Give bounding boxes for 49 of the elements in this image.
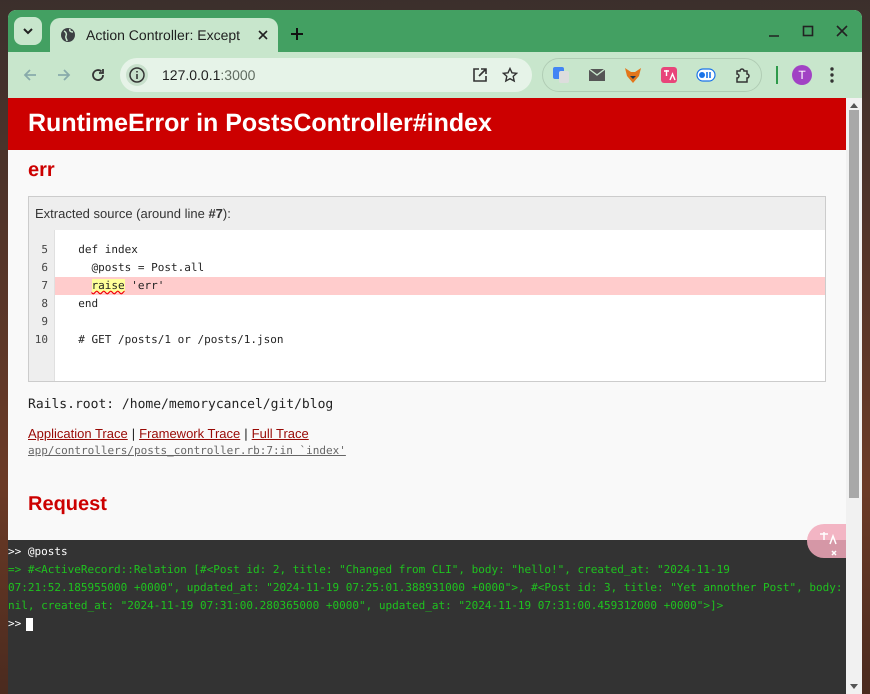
source-caption: Extracted source (around line #7): <box>34 205 232 223</box>
code-line: end <box>77 296 100 312</box>
new-tab-icon[interactable] <box>290 27 304 41</box>
section-heading: Request <box>28 492 108 517</box>
error-title: RuntimeError in PostsController#index <box>8 98 846 150</box>
console-command-text: >> @posts <box>8 544 69 560</box>
reload-icon[interactable] <box>90 67 106 83</box>
menu-icon[interactable] <box>830 67 834 83</box>
trace-link[interactable]: Application Trace <box>28 426 128 441</box>
open-external-icon[interactable] <box>472 67 488 83</box>
trace-link[interactable]: Framework Trace <box>139 426 240 441</box>
scroll-down-icon[interactable] <box>850 684 858 690</box>
console-output-text: => #<ActiveRecord::Relation [#<Post id: 2, title: "Changed from CLI", body: "hello!", created_at: "2024-11-19 07:21:52.185955000 +0000", updated_at: "2024-11-19 07:25:01.388931000 +0000">, #<Post id: 3, title: "Yet annother Post", body: nil, created_at: "2024-11-19 07:31:00.280365000 +0000", updated_at: "2024-11-19 07:31:00.459312000 +0000">]> <box>8 562 844 614</box>
trace-line-link[interactable]: app/controllers/posts_controller.rb:7:in `index' <box>28 444 346 457</box>
code-line: def index <box>77 242 139 258</box>
line-number: 6 <box>40 260 49 276</box>
globe-icon <box>60 27 76 43</box>
fox-icon[interactable] <box>624 66 642 84</box>
maximize-icon[interactable] <box>802 25 814 37</box>
close-icon[interactable] <box>258 30 268 40</box>
console-prompt: >> <box>8 616 22 632</box>
line-number: 10 <box>34 332 49 348</box>
tab-search-button[interactable] <box>14 17 42 45</box>
code-line: @posts = Post.all <box>90 260 206 276</box>
tab-title: Action Controller: Except <box>86 27 242 43</box>
error-message: err <box>28 158 56 183</box>
toggle-icon[interactable] <box>696 68 716 82</box>
browser-tab[interactable]: Action Controller: Except <box>50 18 278 52</box>
line-number: 5 <box>40 242 49 258</box>
close-icon[interactable] <box>836 25 848 37</box>
address-bar[interactable]: 127.0.0.1:3000 <box>120 58 532 92</box>
info-icon[interactable] <box>126 64 148 86</box>
profile-avatar[interactable]: T <box>792 65 812 85</box>
code-line: # GET /posts/1 or /posts/1.json <box>77 332 285 348</box>
rails-root: Rails.root: /home/memorycancel/git/blog <box>28 397 334 412</box>
separator: | <box>244 426 248 441</box>
scroll-up-icon[interactable] <box>850 102 858 108</box>
puzzle-icon[interactable] <box>734 66 752 84</box>
line-number: 7 <box>40 278 49 294</box>
scrollbar[interactable] <box>846 98 862 694</box>
trace-link[interactable]: Full Trace <box>252 426 309 441</box>
url-text: 127.0.0.1:3000 <box>162 67 256 83</box>
line-number: 8 <box>40 296 49 312</box>
cursor <box>26 618 34 630</box>
star-icon[interactable] <box>502 67 518 83</box>
chevron-down-icon <box>22 27 34 35</box>
line-number: 9 <box>40 314 49 330</box>
mail-icon[interactable] <box>588 68 606 82</box>
separator: | <box>132 426 136 441</box>
